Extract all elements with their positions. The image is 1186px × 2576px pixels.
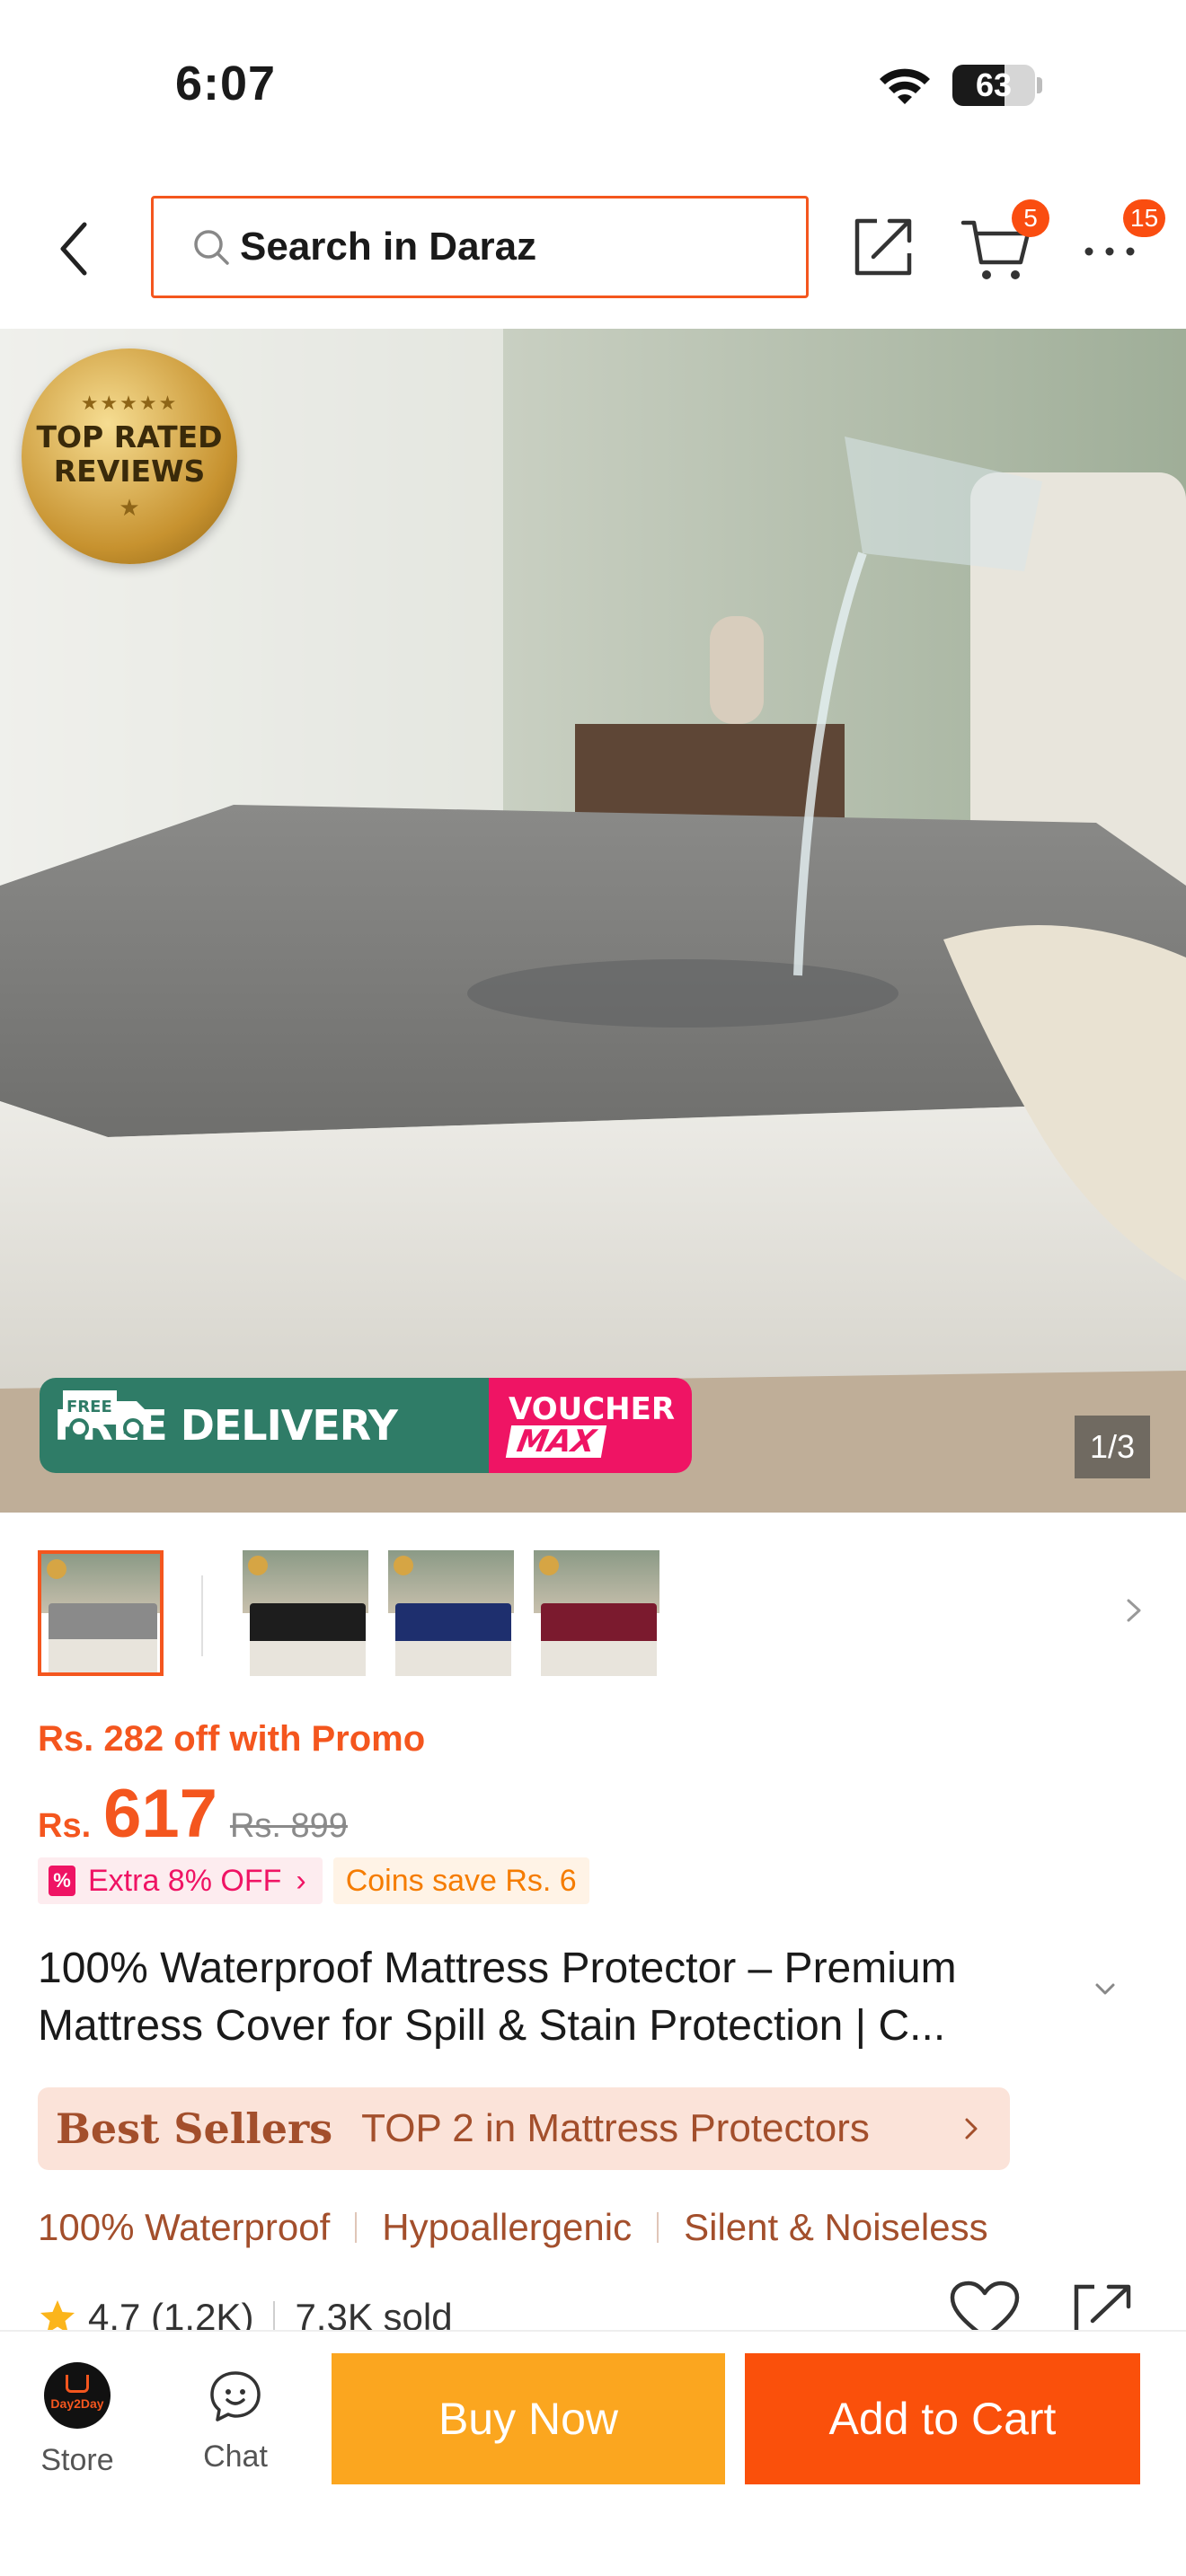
thumb-mattress — [48, 1603, 158, 1640]
truck-free-label: FREE — [66, 1398, 112, 1416]
feature-waterproof: 100% Waterproof — [38, 2206, 331, 2248]
store-logo-text: Day2Day — [50, 2396, 104, 2411]
product-title: 100% Waterproof Mattress Protector – Pre… — [38, 1945, 957, 2050]
chevron-right-icon: › — [296, 1863, 306, 1898]
search-icon — [194, 230, 229, 265]
chevron-right-icon[interactable] — [1118, 1588, 1150, 1633]
image-page-counter: 1/3 — [1075, 1416, 1150, 1478]
thumb-seal-icon — [394, 1556, 413, 1575]
wifi-icon — [880, 68, 930, 104]
battery-tip — [1037, 77, 1042, 93]
store-button[interactable]: Day2Day Store — [22, 2351, 133, 2486]
delivery-truck-icon: FREE — [63, 1390, 149, 1438]
thumbnail-grey[interactable] — [38, 1550, 164, 1676]
top-nav: Search in Daraz 5 15 — [0, 180, 1186, 328]
thumb-seal-icon — [539, 1556, 559, 1575]
voucher-max-section: VOUCHER MAX — [489, 1378, 692, 1473]
cart-count-badge: 5 — [1012, 199, 1049, 237]
badge-line-1: TOP RATED — [36, 419, 223, 454]
notification-badge: 15 — [1123, 199, 1166, 237]
chat-icon — [210, 2371, 261, 2422]
feature-tags: 100% Waterproof Hypoallergenic Silent & … — [38, 2202, 988, 2253]
promo-discount-text: Rs. 282 off with Promo — [38, 1719, 426, 1759]
feature-separator — [355, 2212, 358, 2243]
voucher-max-text: MAX — [505, 1424, 607, 1460]
badge-line-2: REVIEWS — [53, 453, 206, 489]
status-bar: 6:07 63 — [0, 0, 1186, 171]
chat-label: Chat — [203, 2439, 268, 2474]
thumb-base — [250, 1640, 367, 1676]
store-cart-icon — [66, 2375, 89, 2393]
status-time: 6:07 — [175, 57, 277, 110]
thumb-mattress — [250, 1602, 367, 1641]
best-sellers-rank: TOP 2 in Mattress Protectors — [361, 2106, 870, 2150]
share-icon[interactable] — [850, 212, 918, 280]
battery-percent: 63 — [975, 66, 1013, 103]
thumbnail-blue[interactable] — [388, 1550, 514, 1676]
voucher-text: VOUCHER — [509, 1391, 676, 1427]
bottom-action-bar: Day2Day Store Chat Buy Now Add to Cart — [0, 2330, 1186, 2576]
price-currency: Rs. — [38, 1807, 92, 1845]
search-input[interactable]: Search in Daraz — [151, 196, 809, 298]
best-sellers-banner[interactable]: Best Sellers TOP 2 in Mattress Protector… — [38, 2087, 1010, 2170]
thumb-base — [541, 1640, 658, 1676]
store-logo: Day2Day — [44, 2362, 111, 2429]
badge-stars: ★★★★★ — [80, 391, 179, 414]
add-to-cart-button[interactable]: Add to Cart — [745, 2353, 1140, 2484]
variant-thumbnails — [0, 1543, 1186, 1678]
original-price: Rs. 899 — [229, 1807, 348, 1845]
feature-noiseless: Silent & Noiseless — [684, 2206, 988, 2248]
thumbnail-black[interactable] — [243, 1550, 368, 1676]
battery-icon: 63 — [952, 65, 1035, 106]
feature-hypoallergenic: Hypoallergenic — [382, 2206, 633, 2248]
promo-tags: Extra 8% OFF › Coins save Rs. 6 — [38, 1857, 589, 1904]
extra-off-tag[interactable]: Extra 8% OFF › — [38, 1857, 323, 1904]
top-rated-reviews-badge: ★★★★★ TOP RATED REVIEWS ★ — [22, 348, 237, 564]
product-image-carousel[interactable]: ★★★★★ TOP RATED REVIEWS ★ FREE FREE DELI… — [0, 329, 1186, 1513]
badge-star-icon: ★ — [119, 493, 140, 521]
thumb-base — [48, 1639, 158, 1672]
thumbnail-maroon[interactable] — [534, 1550, 659, 1676]
coins-save-tag: Coins save Rs. 6 — [332, 1857, 589, 1904]
thumb-mattress — [395, 1602, 512, 1641]
best-sellers-title: Best Sellers — [56, 2104, 333, 2153]
coins-save-text: Coins save Rs. 6 — [345, 1863, 577, 1898]
chevron-right-icon — [965, 2118, 978, 2139]
extra-off-text: Extra 8% OFF — [88, 1863, 282, 1898]
thumb-base — [395, 1640, 512, 1676]
chevron-down-icon[interactable] — [1089, 1972, 1121, 2005]
current-price: 617 — [103, 1776, 217, 1852]
thumb-mattress — [541, 1602, 658, 1641]
thumb-seal-icon — [47, 1559, 66, 1579]
back-button[interactable] — [52, 217, 97, 280]
rating-separator — [273, 2301, 276, 2333]
thumb-divider — [201, 1575, 203, 1656]
free-delivery-voucher-banner: FREE FREE DELIVERY VOUCHER MAX — [40, 1378, 692, 1473]
free-delivery-section: FREE FREE DELIVERY — [40, 1378, 489, 1473]
price-row: Rs. 617 Rs. 899 — [38, 1775, 348, 1852]
feature-separator — [657, 2212, 659, 2243]
search-placeholder: Search in Daraz — [240, 225, 537, 269]
thumb-seal-icon — [248, 1556, 268, 1575]
buy-now-button[interactable]: Buy Now — [332, 2353, 725, 2484]
chat-button[interactable]: Chat — [180, 2351, 291, 2486]
store-label: Store — [40, 2443, 114, 2477]
voucher-icon — [49, 1866, 75, 1896]
